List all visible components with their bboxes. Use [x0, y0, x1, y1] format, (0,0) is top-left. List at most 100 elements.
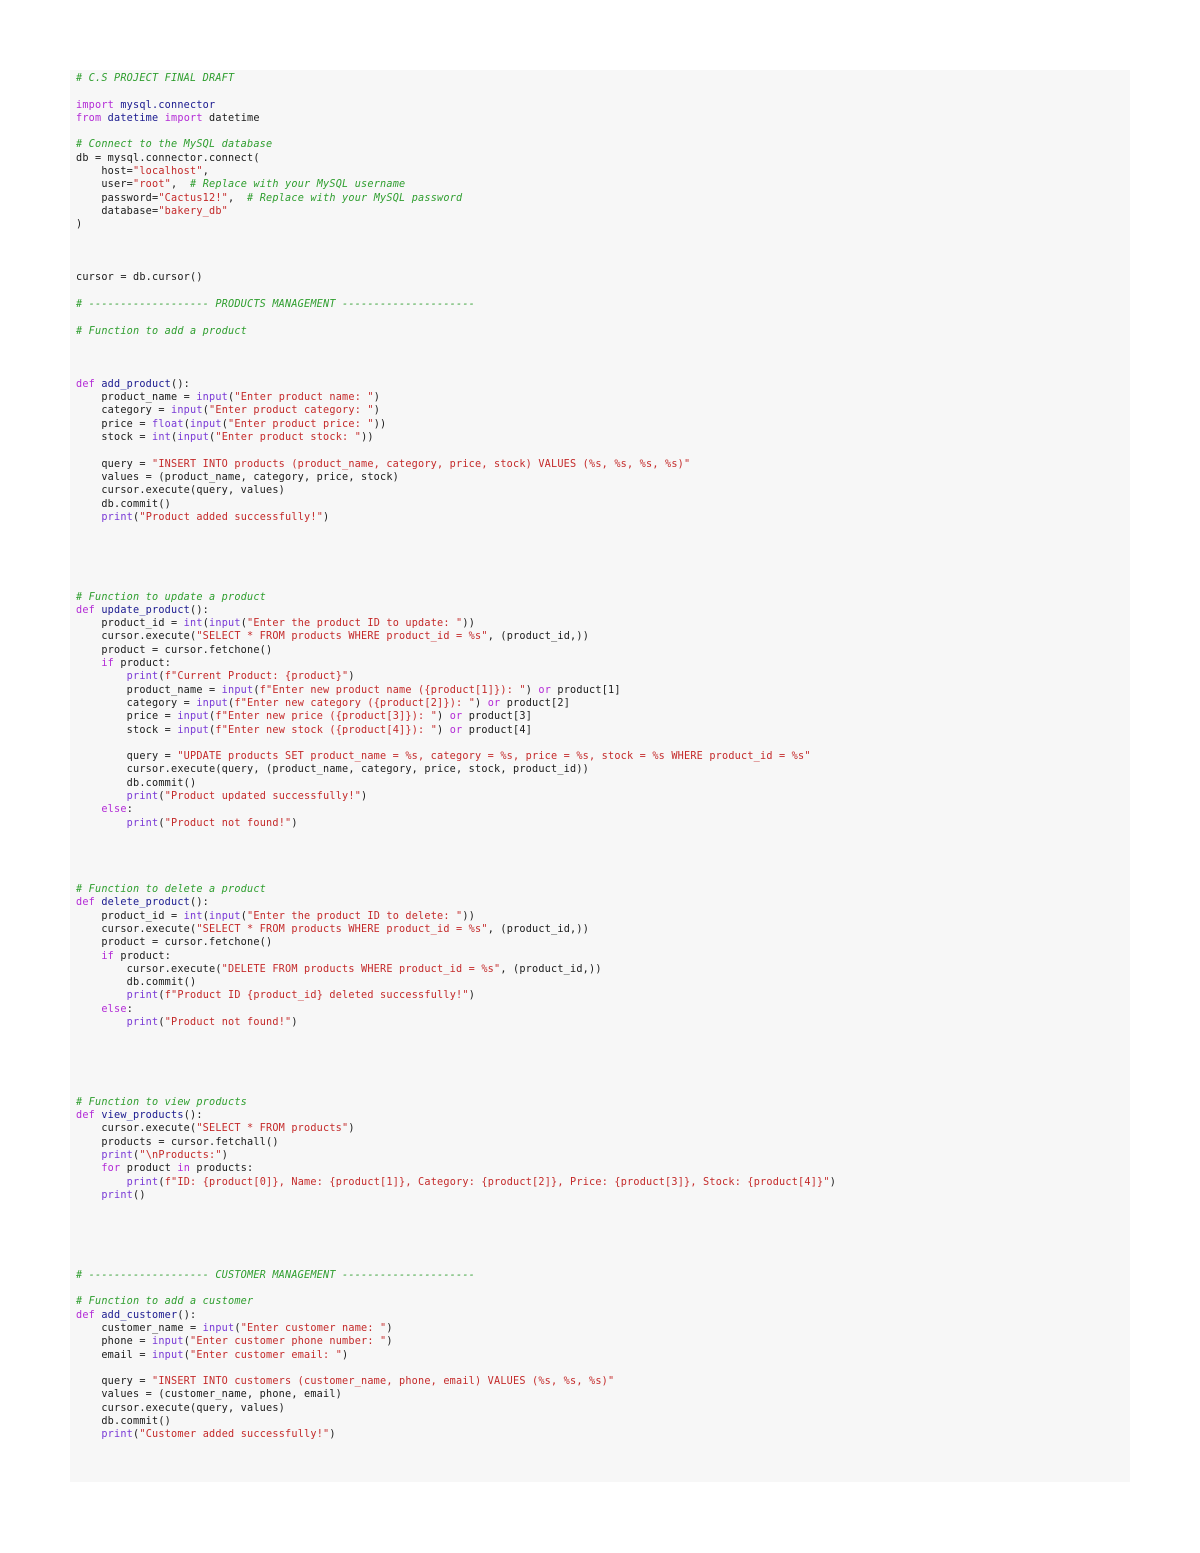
- comment-token: # Replace with your MySQL password: [247, 192, 463, 204]
- plain-token: )): [462, 618, 476, 630]
- builtin-token: print: [101, 511, 134, 523]
- code-line: cursor = db.cursor(): [76, 271, 1130, 284]
- comment-token: # Function to update a product: [76, 591, 267, 603]
- plain-token: cursor = db.cursor(): [76, 272, 203, 284]
- builtin-token: print: [126, 791, 159, 803]
- plain-token: product:: [120, 658, 172, 670]
- plain-token: ): [829, 1176, 837, 1188]
- code-line: product = cursor.fetchone(): [76, 936, 1130, 949]
- comment-token: # Function to add a product: [76, 325, 248, 337]
- plain-token: ): [329, 1429, 336, 1441]
- keyword-token: or: [487, 697, 507, 709]
- plain-token: product_id =: [76, 618, 184, 630]
- function-name-token: view_products: [101, 1110, 184, 1122]
- plain-token: ): [342, 1349, 349, 1361]
- string-token: "Product added successfully!": [139, 511, 324, 523]
- code-line: category = input("Enter product category…: [76, 404, 1130, 417]
- code-line: from datetime import datetime: [76, 112, 1130, 125]
- builtin-token: int: [152, 432, 172, 444]
- code-line: price = input(f"Enter new price ({produc…: [76, 710, 1130, 723]
- keyword-token: or: [538, 684, 558, 696]
- plain-token: price =: [76, 711, 178, 723]
- string-token: f"Enter new product name ({product[1]}):…: [259, 684, 526, 696]
- plain-token: product:: [120, 950, 172, 962]
- code-line: cursor.execute("SELECT * FROM products W…: [76, 923, 1130, 936]
- plain-token: db.commit(): [76, 777, 197, 789]
- plain-token: ): [361, 791, 368, 803]
- code-line: host="localhost",: [76, 165, 1130, 178]
- plain-token: product_id =: [76, 910, 184, 922]
- builtin-token: print: [126, 1176, 159, 1188]
- plain-token: ): [525, 684, 539, 696]
- plain-token: product = cursor.fetchone(): [76, 644, 273, 656]
- plain-token: ():: [190, 897, 210, 909]
- plain-token: datetime: [209, 112, 260, 124]
- code-listing: # C.S PROJECT FINAL DRAFT import mysql.c…: [70, 70, 1130, 1482]
- string-token: "DELETE FROM products WHERE product_id =…: [221, 963, 501, 975]
- code-line: print(f"Current Product: {product}"): [76, 670, 1130, 683]
- plain-token: query =: [76, 1376, 153, 1388]
- code-line: # Connect to the MySQL database: [76, 138, 1130, 151]
- plain-token: ): [373, 405, 381, 417]
- string-token: "UPDATE products SET product_name = %s, …: [177, 751, 811, 763]
- plain-token: query =: [76, 458, 153, 470]
- plain-token: cursor.execute(: [76, 1123, 197, 1135]
- plain-token: product[4]: [468, 724, 533, 736]
- code-line: db.commit(): [76, 1415, 1130, 1428]
- plain-token: product_name =: [76, 684, 222, 696]
- string-token: "Product not found!": [164, 1017, 292, 1029]
- plain-token: product[2]: [506, 697, 571, 709]
- plain-token: , (product_id,)): [500, 963, 602, 975]
- keyword-token: if: [101, 950, 121, 962]
- keyword-token: import: [164, 112, 210, 124]
- code-line: query = "INSERT INTO products (product_n…: [76, 458, 1130, 471]
- plain-token: cursor.execute(: [76, 963, 222, 975]
- comment-token: # Function to delete a product: [76, 884, 267, 896]
- code-line: db = mysql.connector.connect(: [76, 152, 1130, 165]
- code-line: print(): [76, 1189, 1130, 1202]
- plain-token: product[3]: [468, 711, 533, 723]
- code-line: email = input("Enter customer email: "): [76, 1349, 1130, 1362]
- code-line: # C.S PROJECT FINAL DRAFT: [76, 72, 1130, 85]
- plain-token: :: [126, 804, 134, 816]
- plain-token: ): [291, 817, 298, 829]
- builtin-token: float: [152, 418, 184, 430]
- code-line: user="root", # Replace with your MySQL u…: [76, 178, 1130, 191]
- builtin-token: input: [152, 1336, 184, 1348]
- plain-token: category =: [76, 405, 172, 417]
- plain-token: )): [462, 910, 476, 922]
- plain-token: ): [468, 990, 476, 1002]
- function-name-token: mysql.connector: [120, 99, 216, 111]
- code-line: print("Product not found!"): [76, 1016, 1130, 1029]
- code-line: customer_name = input("Enter customer na…: [76, 1322, 1130, 1335]
- string-token: "Product updated successfully!": [164, 791, 362, 803]
- plain-token: ): [386, 1322, 393, 1334]
- function-name-token: update_product: [101, 604, 191, 616]
- code-line: def delete_product():: [76, 896, 1130, 909]
- keyword-token: in: [177, 1163, 197, 1175]
- plain-token: ): [437, 724, 450, 736]
- builtin-token: print: [126, 671, 159, 683]
- keyword-token: def: [76, 378, 102, 390]
- string-token: "Enter product stock: ": [215, 432, 362, 444]
- plain-token: product[1]: [557, 684, 621, 696]
- code-line: db.commit(): [76, 777, 1130, 790]
- builtin-token: input: [177, 711, 210, 723]
- plain-token: ): [475, 697, 488, 709]
- string-token: "root": [133, 179, 172, 191]
